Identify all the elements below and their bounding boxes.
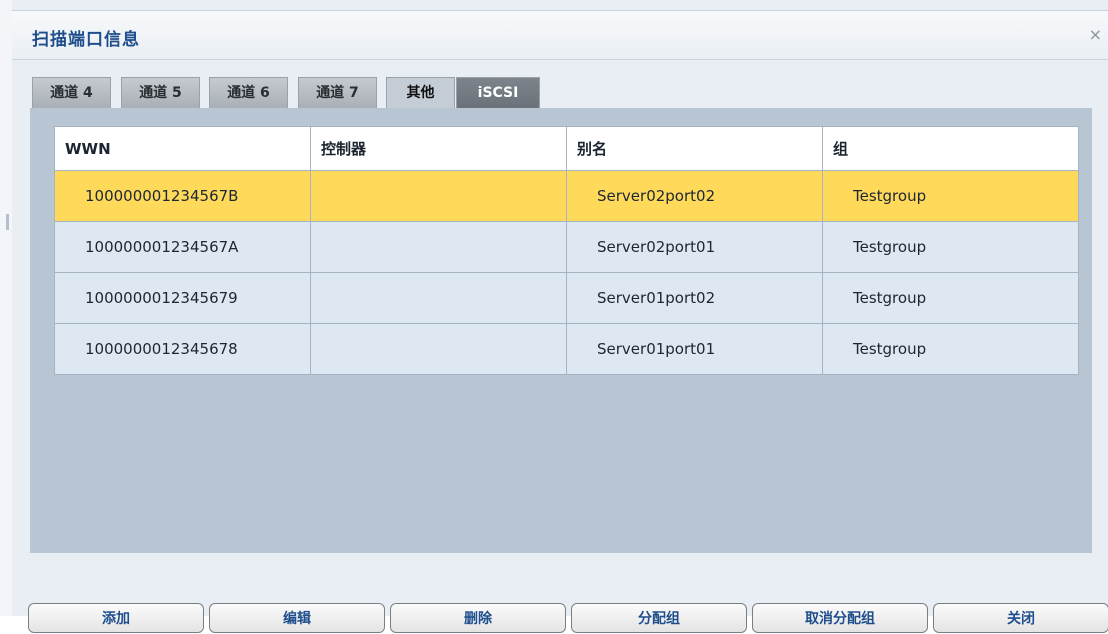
table-row[interactable]: 1000000012345678 Server01port01 Testgrou… [54, 323, 1079, 375]
cell-controller [310, 221, 567, 273]
dialog-button-bar: 添加 编辑 删除 分配组 取消分配组 关闭 [16, 603, 1108, 633]
background-window-marker [6, 214, 9, 230]
dialog-titlebar: 扫描端口信息 × [12, 10, 1108, 60]
table-row[interactable]: 100000001234567A Server02port01 Testgrou… [54, 221, 1079, 273]
cell-alias: Server02port01 [566, 221, 823, 273]
column-header-wwn[interactable]: WWN [54, 126, 311, 171]
column-header-controller[interactable]: 控制器 [310, 126, 567, 171]
cell-alias: Server01port02 [566, 272, 823, 324]
assign-group-button[interactable]: 分配组 [571, 603, 747, 633]
tab-other[interactable]: 其他 [386, 77, 455, 108]
cell-controller [310, 272, 567, 324]
cell-group: Testgroup [822, 323, 1079, 375]
port-table: WWN 控制器 别名 组 100000001234567B Server02po… [54, 126, 1079, 375]
tab-content-panel: WWN 控制器 别名 组 100000001234567B Server02po… [30, 108, 1092, 553]
cell-controller [310, 323, 567, 375]
cell-alias: Server02port02 [566, 170, 823, 222]
cell-wwn: 1000000012345679 [54, 272, 311, 324]
cell-wwn: 100000001234567B [54, 170, 311, 222]
delete-button[interactable]: 删除 [390, 603, 566, 633]
tab-channel-7[interactable]: 通道 7 [298, 77, 377, 108]
tab-channel-5[interactable]: 通道 5 [121, 77, 200, 108]
close-button[interactable]: 关闭 [933, 603, 1108, 633]
cell-wwn: 1000000012345678 [54, 323, 311, 375]
cell-group: Testgroup [822, 170, 1079, 222]
close-icon[interactable]: × [1089, 25, 1102, 44]
cell-controller [310, 170, 567, 222]
tab-channel-4[interactable]: 通道 4 [32, 77, 111, 108]
cell-alias: Server01port01 [566, 323, 823, 375]
cell-group: Testgroup [822, 221, 1079, 273]
table-header-row: WWN 控制器 别名 组 [54, 126, 1079, 171]
edit-button[interactable]: 编辑 [209, 603, 385, 633]
cell-group: Testgroup [822, 272, 1079, 324]
cell-wwn: 100000001234567A [54, 221, 311, 273]
unassign-group-button[interactable]: 取消分配组 [752, 603, 928, 633]
add-button[interactable]: 添加 [28, 603, 204, 633]
scan-port-dialog: 扫描端口信息 × 通道 4 通道 5 通道 6 通道 7 其他 iSCSI WW… [12, 0, 1108, 616]
tab-iscsi[interactable]: iSCSI [456, 77, 540, 108]
column-header-alias[interactable]: 别名 [566, 126, 823, 171]
dialog-title: 扫描端口信息 [32, 30, 140, 50]
tab-channel-6[interactable]: 通道 6 [209, 77, 288, 108]
table-row[interactable]: 100000001234567B Server02port02 Testgrou… [54, 170, 1079, 222]
column-header-group[interactable]: 组 [822, 126, 1079, 171]
table-row[interactable]: 1000000012345679 Server01port02 Testgrou… [54, 272, 1079, 324]
